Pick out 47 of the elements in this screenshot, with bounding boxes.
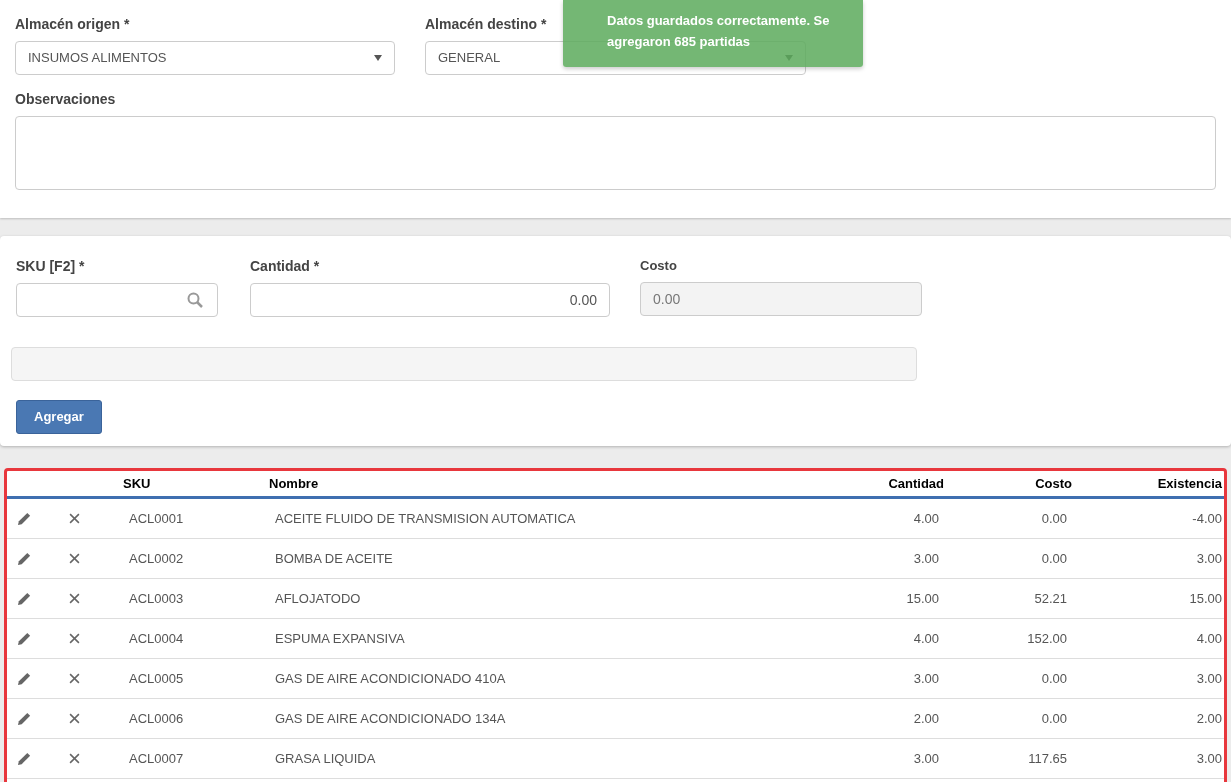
table-cell-text: 15.00: [1188, 589, 1223, 608]
table-cell-text: ACL0004: [128, 629, 185, 648]
table-cell-text: 2.00: [912, 709, 940, 728]
table-cell-text: GRASA LIQUIDA: [274, 749, 377, 768]
table-cell-text: 0.00: [1040, 549, 1068, 568]
table-cell-text: 3.00: [912, 749, 940, 768]
column-header: Cantidad: [887, 474, 944, 493]
column-header: Existencia: [1156, 474, 1223, 493]
table-cell-text: 15.00: [905, 589, 940, 608]
field-label: Almacén origen *: [15, 15, 130, 34]
table-cell-text: ACL0001: [128, 509, 185, 528]
field-label: Cantidad *: [250, 257, 321, 276]
table-cell-text: GAS DE AIRE ACONDICIONADO 410A: [274, 669, 507, 688]
table-cell-text: ACEITE FLUIDO DE TRANSMISION AUTOMATICA: [274, 509, 577, 528]
table-cell-text: 152.00: [1026, 629, 1068, 648]
table-cell-text: -4.00: [1191, 509, 1223, 528]
table-cell-text: ACL0006: [128, 709, 185, 728]
table-cell-text: GAS DE AIRE ACONDICIONADO 134A: [274, 709, 507, 728]
column-header: Nombre: [269, 474, 320, 493]
table-cell-text: 4.00: [912, 509, 940, 528]
table-cell-text: ACL0005: [128, 669, 185, 688]
table-cell-text: ACL0003: [128, 589, 185, 608]
field-label: Observaciones: [15, 90, 117, 109]
table-cell-text: AFLOJATODO: [274, 589, 362, 608]
table-cell-text: 117.65: [1027, 749, 1068, 768]
column-header: SKU: [122, 474, 152, 493]
table-cell-text: 3.00: [1195, 549, 1223, 568]
table-cell-text: BOMBA DE ACEITE: [274, 549, 394, 568]
success-toast: Datos guardados correctamente. Se agregaron 685 partidas: [563, 0, 863, 67]
table-cell-text: 52.21: [1033, 589, 1068, 608]
table-cell-text: 3.00: [1195, 749, 1223, 768]
table-cell-text: 2.00: [1195, 709, 1223, 728]
field-label: Costo: [640, 257, 678, 275]
table-cell-text: 0.00: [1040, 509, 1068, 528]
table-cell-text: ACL0007: [128, 749, 185, 768]
table-cell-text: 3.00: [912, 669, 940, 688]
table-cell-text: 0.00: [1040, 709, 1068, 728]
table-cell-text: 0.00: [1040, 669, 1068, 688]
table-cell-text: ESPUMA EXPANSIVA: [274, 629, 406, 648]
table-cell-text: 4.00: [912, 629, 940, 648]
table-cell-text: 3.00: [1195, 669, 1223, 688]
table-cell-text: 4.00: [1195, 629, 1223, 648]
field-label: Almacén destino *: [425, 15, 547, 34]
field-label: SKU [F2] *: [16, 257, 86, 276]
table-cell-text: ACL0002: [128, 549, 185, 568]
column-header: Costo: [1034, 474, 1072, 493]
table-cell-text: 3.00: [912, 549, 940, 568]
